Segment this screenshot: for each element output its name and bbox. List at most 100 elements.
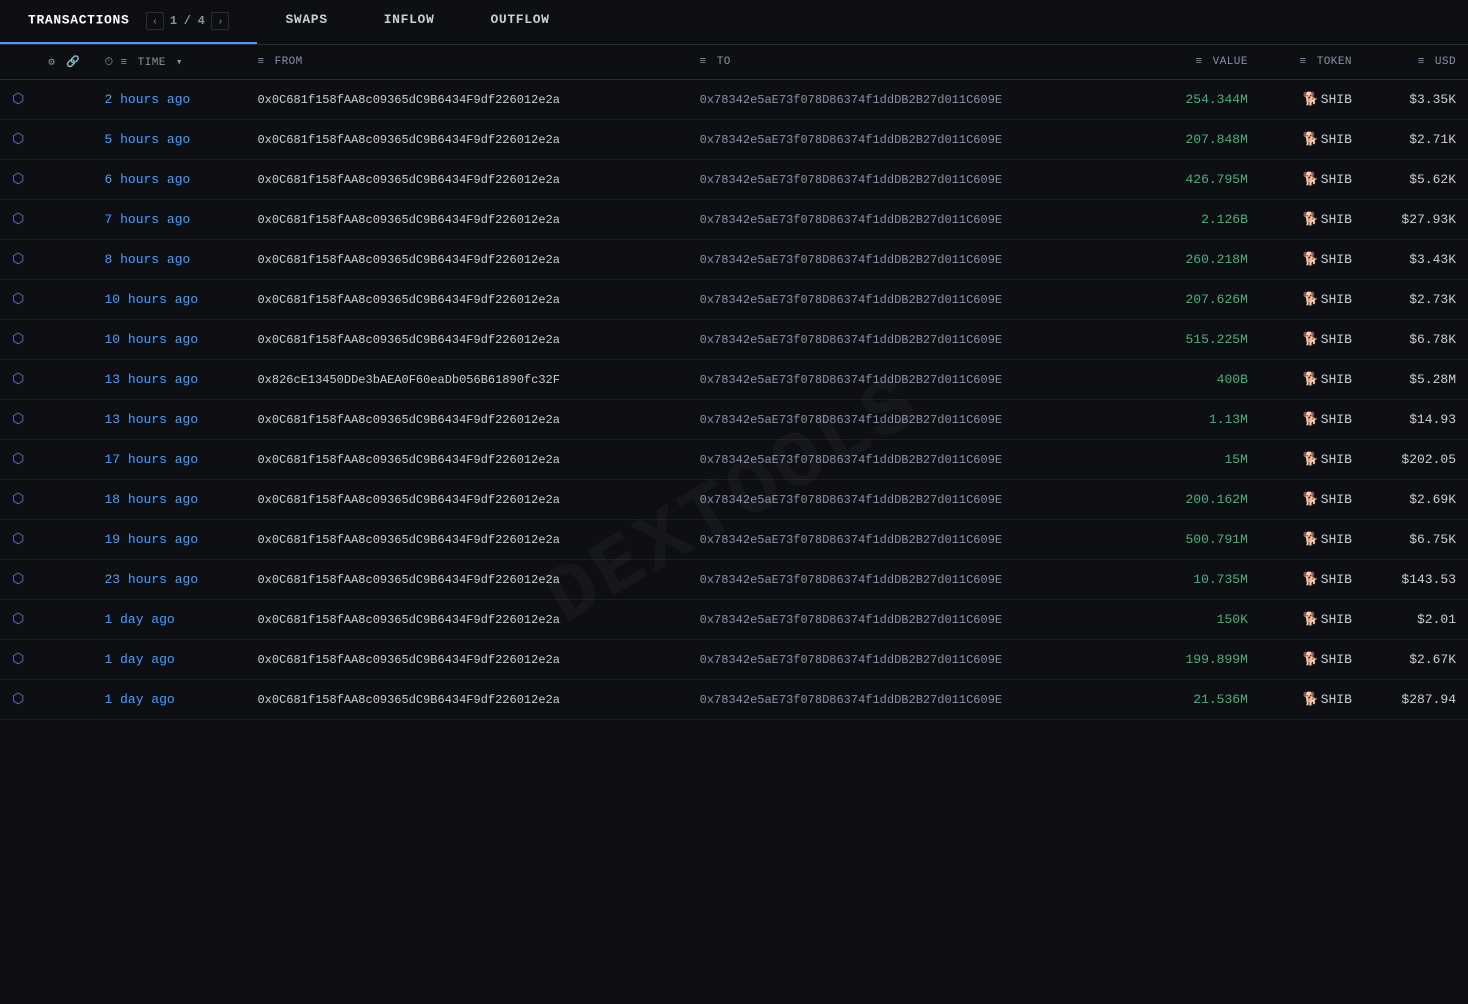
table-row: ⬡8 hours ago0x0C681f158fAA8c09365dC9B643…	[0, 240, 1468, 280]
row-to[interactable]: 0x78342e5aE73f078D86374f1ddDB2B27d011C60…	[688, 200, 1130, 240]
row-from[interactable]: 0x0C681f158fAA8c09365dC9B6434F9df226012e…	[245, 400, 687, 440]
row-time: 1 day ago	[93, 640, 246, 680]
eth-icon: ⬡	[12, 572, 24, 588]
transactions-table: ⚙ 🔗 ⏱ ≡ TIME ▾ ≡ FROM ≡ TO ≡	[0, 45, 1468, 720]
eth-icon: ⬡	[12, 612, 24, 628]
row-to[interactable]: 0x78342e5aE73f078D86374f1ddDB2B27d011C60…	[688, 600, 1130, 640]
row-from[interactable]: 0x0C681f158fAA8c09365dC9B6434F9df226012e…	[245, 160, 687, 200]
row-actions	[36, 360, 92, 400]
row-from[interactable]: 0x826cE13450DDe3bAEA0F60eaDb056B61890fc3…	[245, 360, 687, 400]
th-token[interactable]: ≡ TOKEN	[1260, 45, 1364, 80]
row-usd: $5.62K	[1364, 160, 1468, 200]
prev-page-button[interactable]: ‹	[146, 12, 164, 30]
row-token: 🐕SHIB	[1260, 440, 1364, 480]
row-usd: $3.43K	[1364, 240, 1468, 280]
eth-icon: ⬡	[12, 692, 24, 708]
row-from[interactable]: 0x0C681f158fAA8c09365dC9B6434F9df226012e…	[245, 320, 687, 360]
row-token: 🐕SHIB	[1260, 560, 1364, 600]
eth-icon-cell: ⬡	[0, 680, 36, 720]
row-usd: $2.71K	[1364, 120, 1468, 160]
th-to[interactable]: ≡ TO	[688, 45, 1130, 80]
row-token: 🐕SHIB	[1260, 600, 1364, 640]
shib-token-icon: 🐕	[1303, 652, 1319, 667]
tab-outflow[interactable]: OUTFLOW	[462, 0, 577, 44]
filter-bars-value: ≡	[1196, 56, 1203, 68]
row-to[interactable]: 0x78342e5aE73f078D86374f1ddDB2B27d011C60…	[688, 360, 1130, 400]
row-to[interactable]: 0x78342e5aE73f078D86374f1ddDB2B27d011C60…	[688, 240, 1130, 280]
token-label: SHIB	[1321, 572, 1352, 587]
page-current: 1	[170, 14, 178, 28]
row-from[interactable]: 0x0C681f158fAA8c09365dC9B6434F9df226012e…	[245, 680, 687, 720]
tab-swaps[interactable]: SWAPS	[257, 0, 355, 44]
table-row: ⬡1 day ago0x0C681f158fAA8c09365dC9B6434F…	[0, 680, 1468, 720]
token-label: SHIB	[1321, 492, 1352, 507]
th-usd[interactable]: ≡ USD	[1364, 45, 1468, 80]
row-usd: $2.01	[1364, 600, 1468, 640]
token-label: SHIB	[1321, 452, 1352, 467]
row-from[interactable]: 0x0C681f158fAA8c09365dC9B6434F9df226012e…	[245, 280, 687, 320]
row-time: 8 hours ago	[93, 240, 246, 280]
tab-inflow[interactable]: INFLOW	[356, 0, 463, 44]
row-from[interactable]: 0x0C681f158fAA8c09365dC9B6434F9df226012e…	[245, 480, 687, 520]
eth-icon-cell: ⬡	[0, 200, 36, 240]
token-label: SHIB	[1321, 252, 1352, 267]
row-actions	[36, 160, 92, 200]
row-to[interactable]: 0x78342e5aE73f078D86374f1ddDB2B27d011C60…	[688, 440, 1130, 480]
row-to[interactable]: 0x78342e5aE73f078D86374f1ddDB2B27d011C60…	[688, 560, 1130, 600]
row-to[interactable]: 0x78342e5aE73f078D86374f1ddDB2B27d011C60…	[688, 160, 1130, 200]
row-from[interactable]: 0x0C681f158fAA8c09365dC9B6434F9df226012e…	[245, 200, 687, 240]
row-value: 2.126B	[1130, 200, 1260, 240]
shib-token-icon: 🐕	[1303, 372, 1319, 387]
row-from[interactable]: 0x0C681f158fAA8c09365dC9B6434F9df226012e…	[245, 80, 687, 120]
row-usd: $202.05	[1364, 440, 1468, 480]
row-from[interactable]: 0x0C681f158fAA8c09365dC9B6434F9df226012e…	[245, 520, 687, 560]
row-value: 10.735M	[1130, 560, 1260, 600]
row-to[interactable]: 0x78342e5aE73f078D86374f1ddDB2B27d011C60…	[688, 120, 1130, 160]
th-eth-icon	[0, 45, 36, 80]
token-label: SHIB	[1321, 612, 1352, 627]
row-to[interactable]: 0x78342e5aE73f078D86374f1ddDB2B27d011C60…	[688, 520, 1130, 560]
next-page-button[interactable]: ›	[211, 12, 229, 30]
row-value: 15M	[1130, 440, 1260, 480]
row-from[interactable]: 0x0C681f158fAA8c09365dC9B6434F9df226012e…	[245, 240, 687, 280]
row-token: 🐕SHIB	[1260, 240, 1364, 280]
tab-swaps-label: SWAPS	[285, 12, 327, 27]
row-usd: $3.35K	[1364, 80, 1468, 120]
row-value: 254.344M	[1130, 80, 1260, 120]
row-to[interactable]: 0x78342e5aE73f078D86374f1ddDB2B27d011C60…	[688, 400, 1130, 440]
table-header: ⚙ 🔗 ⏱ ≡ TIME ▾ ≡ FROM ≡ TO ≡	[0, 45, 1468, 80]
th-value[interactable]: ≡ VALUE	[1130, 45, 1260, 80]
filter-bars-from: ≡	[257, 56, 264, 68]
row-from[interactable]: 0x0C681f158fAA8c09365dC9B6434F9df226012e…	[245, 560, 687, 600]
row-from[interactable]: 0x0C681f158fAA8c09365dC9B6434F9df226012e…	[245, 640, 687, 680]
row-to[interactable]: 0x78342e5aE73f078D86374f1ddDB2B27d011C60…	[688, 640, 1130, 680]
row-to[interactable]: 0x78342e5aE73f078D86374f1ddDB2B27d011C60…	[688, 680, 1130, 720]
row-from[interactable]: 0x0C681f158fAA8c09365dC9B6434F9df226012e…	[245, 600, 687, 640]
th-time[interactable]: ⏱ ≡ TIME ▾	[93, 45, 246, 80]
row-actions	[36, 280, 92, 320]
table-row: ⬡1 day ago0x0C681f158fAA8c09365dC9B6434F…	[0, 640, 1468, 680]
table-row: ⬡19 hours ago0x0C681f158fAA8c09365dC9B64…	[0, 520, 1468, 560]
token-label: SHIB	[1321, 332, 1352, 347]
token-label: SHIB	[1321, 132, 1352, 147]
shib-token-icon: 🐕	[1303, 612, 1319, 627]
th-from[interactable]: ≡ FROM	[245, 45, 687, 80]
row-to[interactable]: 0x78342e5aE73f078D86374f1ddDB2B27d011C60…	[688, 280, 1130, 320]
row-actions	[36, 680, 92, 720]
token-label: SHIB	[1321, 92, 1352, 107]
row-actions	[36, 640, 92, 680]
page-total: 4	[198, 14, 206, 28]
row-time: 10 hours ago	[93, 280, 246, 320]
row-actions	[36, 120, 92, 160]
eth-icon-cell: ⬡	[0, 360, 36, 400]
tab-outflow-label: OUTFLOW	[490, 12, 549, 27]
row-to[interactable]: 0x78342e5aE73f078D86374f1ddDB2B27d011C60…	[688, 80, 1130, 120]
row-to[interactable]: 0x78342e5aE73f078D86374f1ddDB2B27d011C60…	[688, 480, 1130, 520]
row-from[interactable]: 0x0C681f158fAA8c09365dC9B6434F9df226012e…	[245, 440, 687, 480]
row-token: 🐕SHIB	[1260, 360, 1364, 400]
tab-transactions[interactable]: TRANSACTIONS ‹ 1 / 4 ›	[0, 0, 257, 44]
row-to[interactable]: 0x78342e5aE73f078D86374f1ddDB2B27d011C60…	[688, 320, 1130, 360]
eth-icon: ⬡	[12, 292, 24, 308]
row-from[interactable]: 0x0C681f158fAA8c09365dC9B6434F9df226012e…	[245, 120, 687, 160]
row-time: 13 hours ago	[93, 400, 246, 440]
